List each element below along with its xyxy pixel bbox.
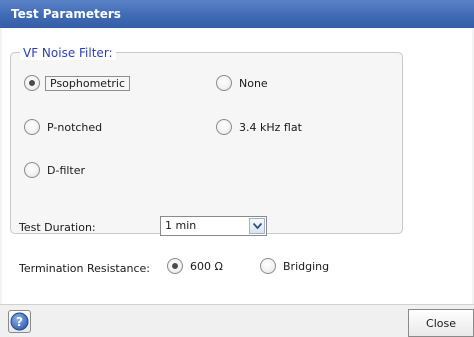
test-parameters-dialog: Test Parameters VF Noise Filter: Psophom… bbox=[0, 0, 474, 337]
svg-text:?: ? bbox=[16, 315, 23, 329]
radio-circle bbox=[216, 75, 232, 91]
help-icon: ? bbox=[10, 312, 29, 331]
radio-circle bbox=[167, 258, 183, 274]
dialog-footer bbox=[0, 304, 474, 337]
radio-label-d-filter: D-filter bbox=[47, 163, 86, 177]
radio-psophometric[interactable]: Psophometric bbox=[24, 75, 131, 91]
radio-d-filter[interactable]: D-filter bbox=[24, 162, 85, 178]
radio-label-psophometric: Psophometric bbox=[45, 75, 131, 91]
radio-bridging[interactable]: Bridging bbox=[260, 258, 329, 274]
dialog-content: VF Noise Filter: Psophometric None P-not… bbox=[2, 28, 472, 304]
radio-label-600-ohm: 600 Ω bbox=[190, 259, 223, 273]
termination-resistance-label: Termination Resistance: bbox=[19, 262, 150, 275]
radio-circle bbox=[260, 258, 276, 274]
help-button[interactable]: ? bbox=[8, 310, 31, 333]
radio-circle bbox=[24, 75, 40, 91]
radio-p-notched[interactable]: P-notched bbox=[24, 119, 102, 135]
radio-selected-dot bbox=[172, 263, 178, 269]
radio-3-4khz-flat[interactable]: 3.4 kHz flat bbox=[216, 119, 302, 135]
radio-label-3-4khz-flat: 3.4 kHz flat bbox=[239, 120, 302, 134]
radio-circle bbox=[24, 162, 40, 178]
dialog-title: Test Parameters bbox=[0, 0, 474, 28]
radio-selected-dot bbox=[29, 80, 35, 86]
radio-label-p-notched: P-notched bbox=[47, 120, 103, 134]
close-button[interactable]: Close bbox=[408, 309, 474, 337]
radio-600-ohm[interactable]: 600 Ω bbox=[167, 258, 223, 274]
chevron-down-icon bbox=[252, 223, 262, 229]
radio-label-bridging: Bridging bbox=[283, 259, 330, 273]
test-duration-value: 1 min bbox=[165, 219, 197, 232]
dropdown-button[interactable] bbox=[249, 218, 265, 234]
radio-circle bbox=[24, 119, 40, 135]
test-duration-label: Test Duration: bbox=[19, 221, 96, 234]
radio-label-none: None bbox=[239, 76, 268, 90]
test-duration-select[interactable]: 1 min bbox=[160, 216, 267, 236]
vf-noise-filter-legend: VF Noise Filter: bbox=[20, 46, 116, 60]
radio-circle bbox=[216, 119, 232, 135]
radio-none[interactable]: None bbox=[216, 75, 268, 91]
